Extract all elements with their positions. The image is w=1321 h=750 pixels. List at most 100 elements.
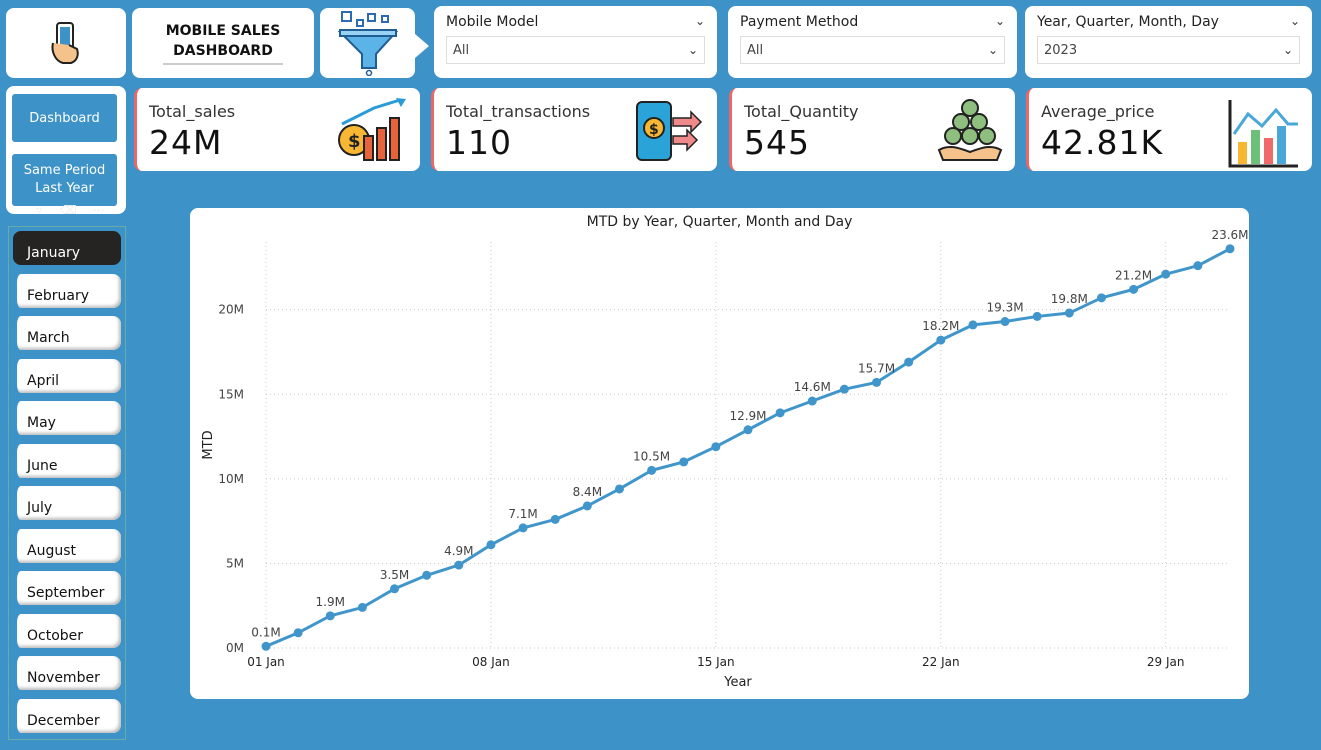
month-button-august[interactable]: August <box>13 528 121 563</box>
dashboard-label: Dashboard <box>29 110 100 126</box>
data-point <box>1064 308 1074 318</box>
month-button-october[interactable]: October <box>13 613 121 648</box>
data-label: 4.9M <box>444 544 473 558</box>
data-point <box>325 611 335 621</box>
data-point <box>904 357 914 367</box>
more-options-icon[interactable]: ⋯ <box>93 203 105 217</box>
kpi-total-quantity: Total_Quantity 545 <box>729 88 1015 171</box>
y-tick-label: 10M <box>218 472 244 486</box>
month-button-june[interactable]: June <box>13 443 121 478</box>
title-line1: MOBILE SALES <box>165 23 281 39</box>
x-tick-label: 01 Jan <box>247 655 285 669</box>
kpi-average-price: Average_price 42.81K <box>1026 88 1312 171</box>
last-year-label: Last Year <box>35 181 94 196</box>
filter-icon[interactable]: ▿ <box>36 203 42 217</box>
nav-panel: Dashboard Same Period Last Year <box>6 86 126 214</box>
data-point <box>647 465 657 475</box>
funnel-icon <box>337 11 398 76</box>
chevron-down-icon: ⌄ <box>687 43 698 57</box>
data-point <box>1032 311 1042 321</box>
data-point <box>679 457 689 467</box>
month-button-september[interactable]: September <box>13 571 121 605</box>
money-growth-icon: $ <box>338 98 406 161</box>
data-point <box>743 425 753 435</box>
y-tick-label: 15M <box>218 387 244 401</box>
chevron-down-icon[interactable]: ⌄ <box>695 14 705 30</box>
x-tick-label: 22 Jan <box>922 655 960 669</box>
mobile-hand-icon <box>51 22 79 64</box>
data-label: 15.7M <box>858 361 895 375</box>
chevron-down-icon: ⌄ <box>1282 43 1293 57</box>
month-button-february[interactable]: February <box>13 273 121 308</box>
mtd-line-chart[interactable]: MTD by Year, Quarter, Month and Day 0M 5M… <box>190 208 1249 699</box>
month-slicer: January February March April May June July Augu… <box>8 226 126 740</box>
data-point <box>936 335 946 345</box>
month-button-january[interactable]: January <box>13 231 121 265</box>
data-point <box>518 523 528 533</box>
slicer-label: Payment Method <box>740 14 859 30</box>
filter-toggle-button[interactable] <box>320 8 429 78</box>
slicer-payment-method[interactable]: Payment Method ⌄ All ⌄ <box>728 6 1017 78</box>
slicer-date-hierarchy[interactable]: Year, Quarter, Month, Day ⌄ 2023 ⌄ <box>1025 6 1312 78</box>
data-label: 0.1M <box>251 625 280 639</box>
eraser-icon[interactable]: ⌫ <box>60 203 77 217</box>
chevron-down-icon[interactable]: ⌄ <box>1290 14 1300 30</box>
x-tick-label: 08 Jan <box>472 655 510 669</box>
slicer-label: Year, Quarter, Month, Day <box>1037 14 1219 30</box>
data-point <box>614 484 624 494</box>
data-point <box>390 584 400 594</box>
data-point <box>582 501 592 511</box>
dashboard-button[interactable]: Dashboard <box>12 94 117 142</box>
data-point <box>968 320 978 330</box>
data-point <box>872 377 882 387</box>
chevron-down-icon: ⌄ <box>987 43 998 57</box>
same-period-label: Same Period <box>23 163 106 178</box>
data-point <box>807 396 817 406</box>
visual-header-icons: ▿ ⌫ ⋯ <box>36 203 105 217</box>
data-label: 14.6M <box>794 380 831 394</box>
dashboard-title: MOBILE SALES DASHBOARD <box>132 8 314 78</box>
x-tick-label: 15 Jan <box>697 655 735 669</box>
x-tick-label: 29 Jan <box>1147 655 1185 669</box>
slicer-mobile-model[interactable]: Mobile Model ⌄ All ⌄ <box>434 6 717 78</box>
kpi-total-transactions: Total_transactions 110 $ <box>431 88 717 171</box>
month-button-may[interactable]: May <box>13 401 121 435</box>
y-tick-label: 0M <box>226 641 244 655</box>
data-point <box>775 408 785 418</box>
data-label: 18.2M <box>922 319 959 333</box>
y-tick-label: 20M <box>218 303 244 317</box>
month-button-july[interactable]: July <box>13 486 121 520</box>
data-label: 12.9M <box>729 409 766 423</box>
slicer-label: Mobile Model <box>446 14 539 30</box>
svg-text:$: $ <box>649 122 659 138</box>
coins-hand-icon <box>937 99 1003 161</box>
y-tick-label: 5M <box>226 556 244 570</box>
month-button-april[interactable]: April <box>13 358 121 393</box>
data-label: 19.8M <box>1051 292 1088 306</box>
month-button-march[interactable]: March <box>13 316 121 350</box>
mobile-model-dropdown[interactable]: All ⌄ <box>446 36 705 64</box>
date-dropdown[interactable]: 2023 ⌄ <box>1037 36 1300 64</box>
data-point <box>293 628 303 638</box>
title-line2: DASHBOARD <box>173 43 273 59</box>
payment-method-dropdown[interactable]: All ⌄ <box>740 36 1005 64</box>
svg-text:$: $ <box>348 131 361 152</box>
data-point <box>357 602 367 612</box>
data-label: 23.6M <box>1211 228 1248 242</box>
data-point <box>1129 284 1139 294</box>
month-button-november[interactable]: November <box>13 656 121 690</box>
data-label: 8.4M <box>573 485 602 499</box>
data-point <box>1161 269 1171 279</box>
data-point <box>422 570 432 580</box>
data-label: 19.3M <box>987 301 1024 315</box>
data-point <box>261 641 271 651</box>
x-axis-title: Year <box>723 675 752 690</box>
data-point <box>1000 317 1010 327</box>
month-button-december[interactable]: December <box>13 698 121 733</box>
same-period-last-year-button[interactable]: Same Period Last Year <box>12 154 117 206</box>
chevron-down-icon[interactable]: ⌄ <box>995 14 1005 30</box>
data-label: 3.5M <box>380 568 409 582</box>
data-label: 10.5M <box>633 449 670 463</box>
dropdown-value: All <box>453 42 470 58</box>
bar-chart-icon <box>1228 100 1298 168</box>
